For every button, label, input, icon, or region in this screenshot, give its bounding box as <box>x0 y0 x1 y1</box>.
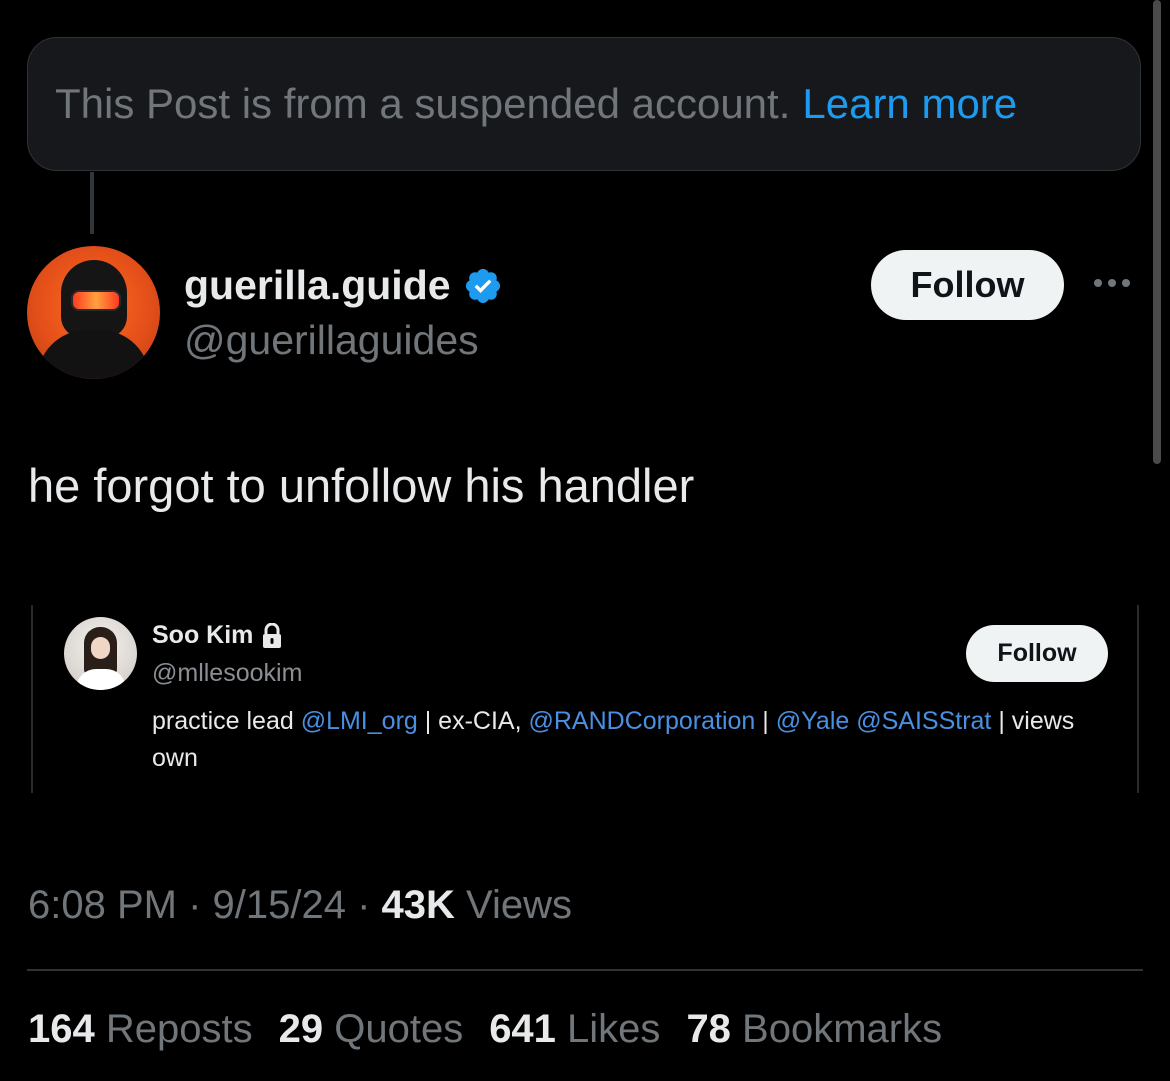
post-page: This Post is from a suspended account. L… <box>0 0 1170 1081</box>
learn-more-link[interactable]: Learn more <box>802 80 1017 128</box>
views-label: Views <box>454 883 573 927</box>
reposts-stat[interactable]: 164 Reposts <box>28 1007 253 1052</box>
embedded-follow-button: Follow <box>966 625 1108 682</box>
bookmarks-stat[interactable]: 78 Bookmarks <box>686 1007 942 1052</box>
post-time[interactable]: 6:08 PM <box>28 883 177 927</box>
post-text: he forgot to unfollow his handler <box>28 459 695 512</box>
views-count: 43K <box>381 883 455 927</box>
more-options-icon[interactable] <box>1094 279 1130 287</box>
mention-lmi-org: @LMI_org <box>300 707 418 735</box>
author-name-text: guerilla.guide <box>184 262 451 308</box>
avatar[interactable] <box>27 246 160 379</box>
mention-yale: @Yale <box>775 707 850 735</box>
likes-stat[interactable]: 641 Likes <box>489 1007 660 1052</box>
scrollbar[interactable] <box>1153 0 1161 464</box>
thread-connector-line <box>90 172 94 234</box>
author-name[interactable]: guerilla.guide <box>184 262 503 309</box>
embedded-profile-card: Soo Kim @mllesookim Follow practice lead… <box>31 605 1139 793</box>
author-handle[interactable]: @guerillaguides <box>184 317 479 364</box>
embedded-profile-handle: @mllesookim <box>152 659 303 687</box>
follow-button[interactable]: Follow <box>871 250 1064 320</box>
post-date[interactable]: 9/15/24 <box>213 883 346 927</box>
engagement-stats: 164 Reposts 29 Quotes 641 Likes 78 Bookm… <box>28 1007 942 1052</box>
embedded-profile-name: Soo Kim <box>152 621 283 650</box>
embedded-profile-bio: practice lead @LMI_org | ex-CIA, @RANDCo… <box>152 707 1075 772</box>
suspended-notice: This Post is from a suspended account. L… <box>27 37 1141 171</box>
mention-randcorporation: @RANDCorporation <box>528 707 756 735</box>
quotes-stat[interactable]: 29 Quotes <box>279 1007 464 1052</box>
embedded-profile-name-text: Soo Kim <box>152 621 254 649</box>
embedded-avatar <box>64 617 137 690</box>
suspended-notice-text: This Post is from a suspended account. <box>55 80 791 127</box>
mention-saisstrat: @SAISStrat <box>856 707 992 735</box>
lock-icon <box>261 622 283 649</box>
divider <box>27 969 1143 971</box>
post-metadata: 6:08 PM · 9/15/24 · 43K Views <box>28 883 573 927</box>
verified-badge-icon <box>463 266 503 306</box>
